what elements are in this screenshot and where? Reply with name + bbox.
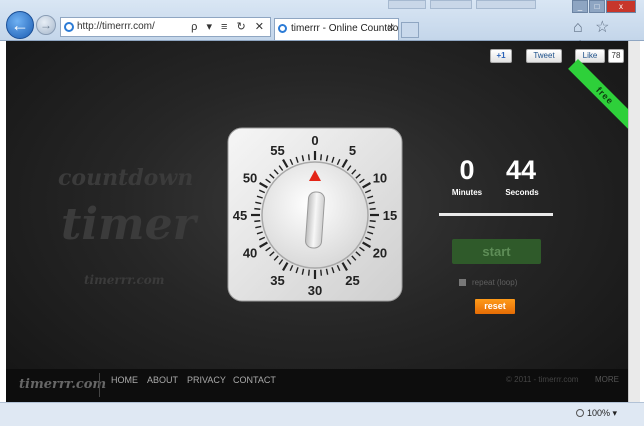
minimize-button[interactable]: _ xyxy=(572,0,588,13)
facebook-like-count: 78 xyxy=(608,49,624,63)
free-ribbon: free xyxy=(568,59,628,133)
tab-title: timerrr - Online Countdown... xyxy=(291,23,399,34)
footer-copyright: © 2011 - timerrr.com xyxy=(506,375,579,384)
browser-toolbar: _ □ x ← → http://timerrr.com/ ρ ▾ ≡ ↻ ✕ … xyxy=(0,0,644,56)
site-footer: timerrr.com HOME ABOUT PRIVACY CONTACT ©… xyxy=(6,369,628,402)
ie-icon xyxy=(64,22,74,32)
footer-logo[interactable]: timerrr.com xyxy=(19,377,106,392)
background-tab[interactable] xyxy=(388,0,426,9)
forward-button[interactable]: → xyxy=(36,15,56,35)
close-window-button[interactable]: x xyxy=(606,0,636,13)
tweet-button[interactable]: Tweet xyxy=(526,49,562,63)
window-controls: _ □ x xyxy=(572,0,636,14)
dial-tick xyxy=(369,220,376,223)
dial-number-label: 35 xyxy=(270,273,284,288)
progress-bar xyxy=(439,213,553,216)
dial-tick xyxy=(254,220,261,223)
dial-number-label: 20 xyxy=(373,246,387,261)
maximize-button[interactable]: □ xyxy=(589,0,605,13)
footer-link-home[interactable]: HOME xyxy=(111,375,138,385)
browser-tool-icons[interactable]: ⌂ ☆ ⚙ xyxy=(573,17,639,56)
dial-number-label: 15 xyxy=(383,208,397,223)
dial-number-label: 0 xyxy=(311,133,318,148)
tab-close-icon[interactable]: ✕ xyxy=(387,19,395,39)
status-bar: 100% ▾ xyxy=(0,402,644,426)
checkbox-icon[interactable] xyxy=(459,279,466,286)
ghost-logo-timer: timer xyxy=(61,199,196,250)
footer-divider xyxy=(99,373,100,397)
dial-knob[interactable] xyxy=(305,191,325,249)
vertical-scrollbar[interactable] xyxy=(628,41,640,402)
google-plus-button[interactable]: +1 xyxy=(490,49,512,63)
repeat-loop-checkbox[interactable]: repeat (loop) xyxy=(459,277,549,289)
tab-timerrr[interactable]: timerrr - Online Countdown... ✕ xyxy=(274,18,399,40)
zoom-level: 100% xyxy=(587,408,611,418)
dial-svg: 0 5 10 15 20 25 30 35 40 45 50 55 xyxy=(227,127,403,302)
back-button[interactable]: ← xyxy=(6,11,34,39)
dial-tick xyxy=(320,154,323,161)
dial-tick xyxy=(307,269,310,276)
kitchen-timer-dial[interactable]: 0 5 10 15 20 25 30 35 40 45 50 55 xyxy=(226,126,404,303)
seconds-value: 44 xyxy=(505,155,537,185)
dial-number-label: 50 xyxy=(243,171,257,186)
dial-number-label: 55 xyxy=(270,143,284,158)
background-tabs xyxy=(388,0,588,10)
dial-number-label: 40 xyxy=(243,246,257,261)
footer-more-link[interactable]: MORE xyxy=(595,375,619,384)
dial-tick xyxy=(369,207,376,210)
dial-tick xyxy=(320,269,323,276)
address-bar-icons[interactable]: ρ ▾ ≡ ↻ ✕ xyxy=(191,18,267,36)
dial-tick xyxy=(307,154,310,161)
address-bar[interactable]: http://timerrr.com/ ρ ▾ ≡ ↻ ✕ xyxy=(60,17,271,37)
minutes-value: 0 xyxy=(459,155,475,185)
new-tab-button[interactable] xyxy=(401,22,419,38)
repeat-label: repeat (loop) xyxy=(472,278,518,287)
ghost-logo-url: timerrr.com xyxy=(84,273,165,287)
dial-number-label: 30 xyxy=(308,283,322,298)
reset-button[interactable]: reset xyxy=(475,299,515,314)
dial-number-label: 25 xyxy=(345,273,359,288)
background-tab[interactable] xyxy=(430,0,472,9)
dial-number-label: 10 xyxy=(373,171,387,186)
dial-number-label: 5 xyxy=(349,143,356,158)
footer-link-privacy[interactable]: PRIVACY xyxy=(187,375,226,385)
zoom-icon xyxy=(576,409,584,417)
dial-tick xyxy=(254,207,261,210)
address-text: http://timerrr.com/ xyxy=(77,21,155,32)
zoom-control[interactable]: 100% ▾ xyxy=(576,408,617,419)
ghost-logo-countdown: countdown xyxy=(58,165,194,191)
page-content: +1 Tweet Like 78 free countdown timer ti… xyxy=(6,41,628,402)
background-tab[interactable] xyxy=(476,0,536,9)
minutes-label: Minutes xyxy=(451,188,483,197)
seconds-label: Seconds xyxy=(505,188,539,197)
ie-icon xyxy=(278,24,287,33)
footer-link-contact[interactable]: CONTACT xyxy=(233,375,276,385)
footer-link-about[interactable]: ABOUT xyxy=(147,375,178,385)
dial-number-label: 45 xyxy=(233,208,247,223)
start-button[interactable]: start xyxy=(452,239,541,264)
